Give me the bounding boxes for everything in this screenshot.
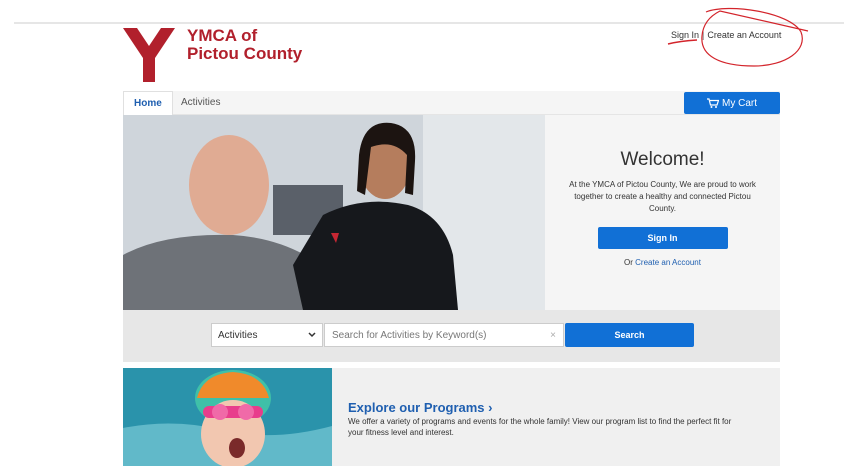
search-band: Activities Search for Activities by Keyw…	[123, 310, 780, 362]
ymca-logo-icon[interactable]	[123, 28, 175, 82]
category-select[interactable]: Activities	[211, 323, 323, 347]
top-divider	[14, 22, 844, 24]
tab-home[interactable]: Home	[123, 91, 173, 115]
cart-icon	[707, 98, 719, 108]
explore-programs-link[interactable]: Explore our Programs ›	[348, 400, 493, 415]
welcome-text: At the YMCA of Pictou County, We are pro…	[569, 180, 756, 213]
category-select-value: Activities	[218, 329, 258, 341]
programs-photo-illustration	[123, 368, 332, 466]
chevron-right-icon: ›	[488, 400, 493, 415]
or-text: Or	[624, 258, 633, 267]
search-input[interactable]: Search for Activities by Keyword(s) ×	[324, 323, 564, 347]
header-create-account-link[interactable]: Create an Account	[707, 30, 781, 40]
programs-description: We offer a variety of programs and event…	[348, 417, 732, 437]
header-auth-links: Sign In | Create an Account	[671, 30, 781, 40]
welcome-create-account-link[interactable]: Create an Account	[635, 258, 701, 267]
programs-photo	[123, 368, 332, 466]
programs-section: Explore our Programs › We offer a variet…	[123, 368, 780, 466]
hero-photo-illustration	[123, 115, 545, 310]
search-placeholder: Search for Activities by Keyword(s)	[332, 329, 487, 341]
welcome-sign-in-button[interactable]: Sign In	[597, 227, 728, 249]
brand-line-1: YMCA of	[187, 26, 258, 45]
main-nav: Home Activities	[123, 91, 780, 115]
clear-search-icon[interactable]: ×	[550, 330, 556, 341]
my-cart-button[interactable]: My Cart	[684, 92, 780, 114]
welcome-title: Welcome!	[620, 149, 705, 170]
hero-section: Welcome! At the YMCA of Pictou County, W…	[123, 115, 780, 310]
brand-line-2: Pictou County	[187, 44, 303, 63]
brand-name[interactable]: YMCA of Pictou County	[187, 27, 302, 63]
tab-activities[interactable]: Activities	[171, 91, 230, 115]
welcome-panel: Welcome! At the YMCA of Pictou County, W…	[545, 115, 780, 310]
explore-programs-title: Explore our Programs	[348, 400, 485, 415]
search-button[interactable]: Search	[565, 323, 694, 347]
create-account-line: Or Create an Account	[545, 258, 780, 267]
hero-photo	[123, 115, 545, 310]
auth-separator: |	[702, 30, 705, 40]
annotation-underline	[667, 39, 698, 45]
my-cart-label: My Cart	[722, 97, 757, 109]
header-sign-in-link[interactable]: Sign In	[671, 30, 699, 40]
chevron-down-icon	[308, 332, 316, 338]
